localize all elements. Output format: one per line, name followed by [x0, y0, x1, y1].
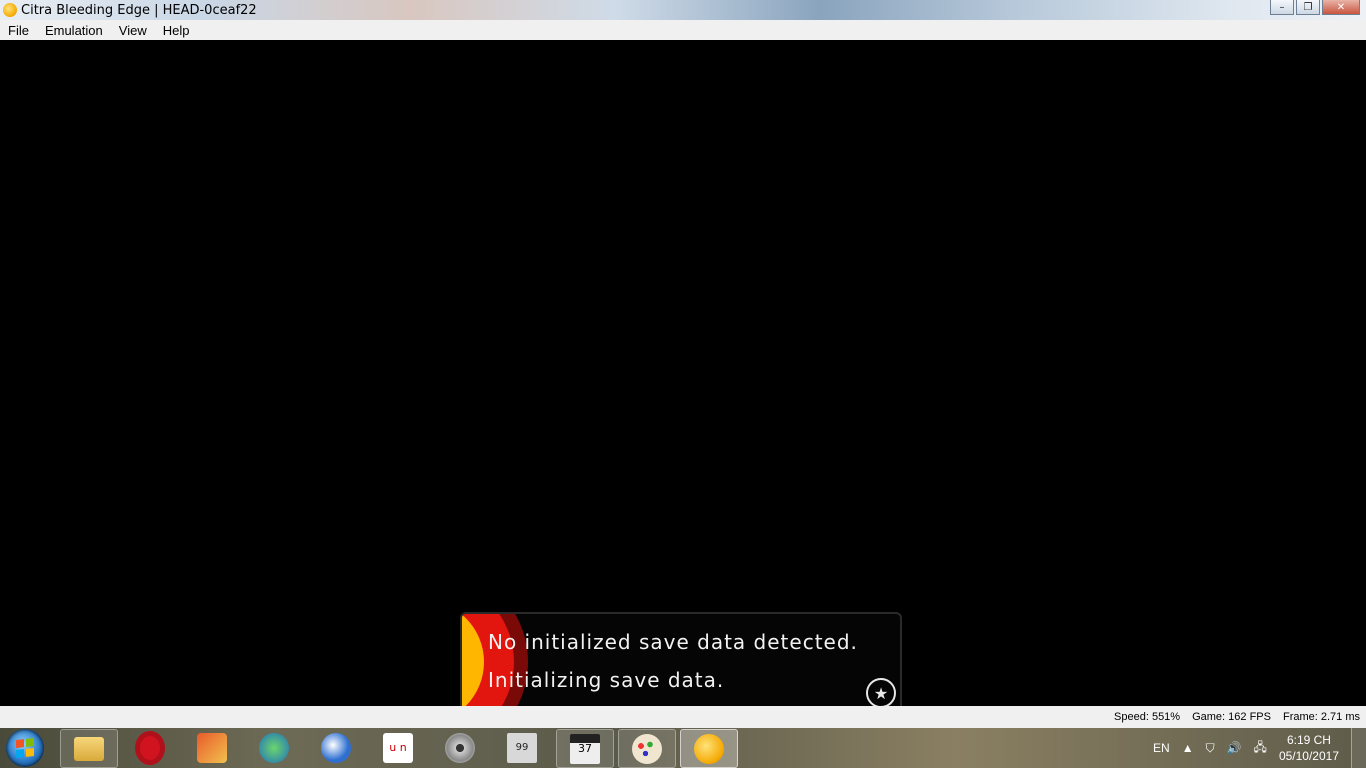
- citra-app-icon: [3, 3, 17, 17]
- disc-icon: [445, 732, 475, 763]
- taskbar: u n 99 37 EN ▲ ⛉ 🔊 🖧 6:19 CH 05/10/2017: [0, 728, 1366, 768]
- clock[interactable]: 6:19 CH 05/10/2017: [1279, 732, 1339, 764]
- clock-date: 05/10/2017: [1278, 749, 1339, 763]
- menu-emulation[interactable]: Emulation: [37, 23, 111, 38]
- network-icon[interactable]: 🖧: [1254, 738, 1267, 759]
- menu-file[interactable]: File: [0, 23, 37, 38]
- taskbar-browser[interactable]: [308, 729, 364, 766]
- status-game-fps: Game: 162 FPS: [1192, 711, 1271, 723]
- taskbar-idm[interactable]: [246, 729, 302, 766]
- show-hidden-icons-icon[interactable]: ▲: [1182, 741, 1194, 755]
- taskbar-media-player[interactable]: [432, 729, 488, 766]
- status-frame-time: Frame: 2.71 ms: [1282, 711, 1360, 723]
- minimize-button[interactable]: –: [1270, 0, 1294, 15]
- taskbar-ccleaner[interactable]: [184, 729, 240, 766]
- status-bar: Speed: 551% Game: 162 FPS Frame: 2.71 ms: [0, 706, 1366, 728]
- monitor-icon: 99: [507, 732, 537, 763]
- menu-view[interactable]: View: [111, 23, 155, 38]
- clapper-icon: 37: [570, 733, 600, 764]
- dialog-close-icon[interactable]: ★: [866, 678, 896, 708]
- clock-time: 6:19 CH: [1286, 733, 1331, 747]
- emulator-render-area[interactable]: No initialized save data detected. Initi…: [0, 40, 1366, 712]
- taskbar-citra[interactable]: [680, 729, 738, 768]
- citra-icon: [694, 733, 724, 764]
- volume-icon[interactable]: 🔊: [1227, 741, 1242, 755]
- taskbar-monitor[interactable]: 99: [494, 729, 550, 766]
- window-controls: – ❐ ✕: [1270, 0, 1360, 15]
- idm-icon: [259, 732, 289, 763]
- taskbar-opera[interactable]: [122, 729, 178, 766]
- unikey-icon: u n: [383, 732, 413, 763]
- status-speed: Speed: 551%: [1114, 711, 1181, 723]
- window-title: Citra Bleeding Edge | HEAD-0ceaf22: [21, 2, 257, 18]
- language-indicator[interactable]: EN: [1153, 741, 1170, 755]
- paint-palette-icon: [632, 733, 662, 764]
- title-bar[interactable]: Citra Bleeding Edge | HEAD-0ceaf22 – ❐ ✕: [0, 0, 1366, 20]
- taskbar-paint[interactable]: [618, 729, 676, 768]
- dialog-accent-band: [462, 614, 528, 710]
- maximize-button[interactable]: ❐: [1296, 0, 1320, 15]
- menu-bar: File Emulation View Help: [0, 20, 1366, 40]
- dialog-message-line-1: No initialized save data detected.: [488, 630, 858, 654]
- save-data-dialog: No initialized save data detected. Initi…: [460, 612, 902, 712]
- eagle-browser-icon: [321, 732, 351, 763]
- folder-icon: [74, 736, 104, 761]
- start-button[interactable]: [6, 729, 44, 767]
- show-desktop-button[interactable]: [1351, 728, 1366, 768]
- taskbar-video-editor[interactable]: 37: [556, 729, 614, 768]
- taskbar-unikey[interactable]: u n: [370, 729, 426, 766]
- opera-icon: [135, 730, 165, 765]
- taskbar-explorer[interactable]: [60, 729, 118, 768]
- security-shield-icon[interactable]: ⛉: [1206, 741, 1215, 756]
- system-tray: EN ▲ ⛉ 🔊 🖧 6:19 CH 05/10/2017: [1147, 728, 1366, 768]
- menu-help[interactable]: Help: [155, 23, 198, 38]
- dialog-message-line-2: Initializing save data.: [488, 668, 725, 692]
- ccleaner-icon: [197, 732, 227, 763]
- windows-logo-icon: [16, 738, 34, 758]
- close-button[interactable]: ✕: [1322, 0, 1360, 15]
